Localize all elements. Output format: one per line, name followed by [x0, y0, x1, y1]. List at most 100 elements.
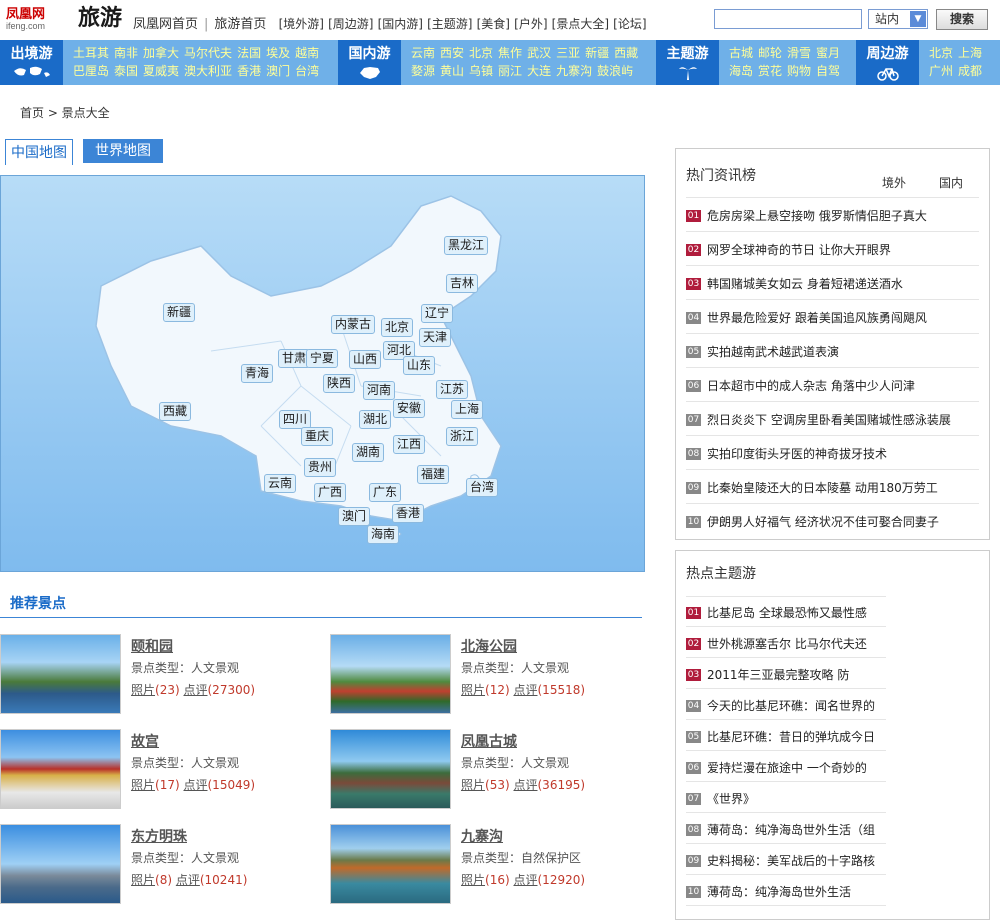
- province-jilin[interactable]: 吉林: [446, 274, 479, 293]
- link-xian[interactable]: 西安: [440, 46, 464, 60]
- link-island[interactable]: 海岛: [729, 64, 753, 78]
- spot-reviews-link[interactable]: 点评: [513, 873, 537, 887]
- link-flowers[interactable]: 赏花: [758, 64, 782, 78]
- province-shaanxi[interactable]: 陕西: [323, 374, 356, 393]
- link-taiwan[interactable]: 台湾: [295, 64, 319, 78]
- news-item[interactable]: 05 实拍越南武术越武道表演: [686, 334, 979, 368]
- province-chongqing[interactable]: 重庆: [301, 427, 334, 446]
- nav-ifeng-home[interactable]: 凤凰网首页: [133, 17, 198, 32]
- province-henan[interactable]: 河南: [363, 381, 396, 400]
- spot-photo[interactable]: [0, 824, 121, 904]
- cat-nearby[interactable]: 周边游: [856, 40, 919, 85]
- theme-item[interactable]: 05 比基尼环礁：昔日的弹坑成今日: [686, 720, 886, 751]
- province-zhejiang[interactable]: 浙江: [446, 427, 479, 446]
- search-input[interactable]: [714, 9, 862, 29]
- link-vietnam[interactable]: 越南: [295, 46, 319, 60]
- province-anhui[interactable]: 安徽: [393, 399, 426, 418]
- link-south-africa[interactable]: 南非: [114, 46, 138, 60]
- province-taiwan[interactable]: 台湾: [466, 478, 499, 497]
- link-wuhan[interactable]: 武汉: [527, 46, 551, 60]
- link-nearby-shanghai[interactable]: 上海: [958, 46, 982, 60]
- theme-item[interactable]: 02 世外桃源塞舌尔 比马尔代夫还: [686, 627, 886, 658]
- province-guangdong[interactable]: 广东: [369, 483, 402, 502]
- link-thailand[interactable]: 泰国: [114, 64, 138, 78]
- province-shanxi[interactable]: 山西: [349, 350, 382, 369]
- link-xinjiang[interactable]: 新疆: [585, 46, 609, 60]
- spot-reviews-link[interactable]: 点评: [513, 778, 537, 792]
- link-self-drive[interactable]: 自驾: [816, 64, 840, 78]
- link-gulangyu[interactable]: 鼓浪屿: [597, 64, 633, 78]
- link-nearby-beijing[interactable]: 北京: [929, 46, 953, 60]
- nav-attractions[interactable]: [景点大全]: [552, 17, 609, 31]
- province-qinghai[interactable]: 青海: [241, 364, 274, 383]
- theme-item[interactable]: 03 2011年三亚最完整攻略 防: [686, 658, 886, 689]
- ifeng-logo[interactable]: 凤凰网 ifeng.com: [6, 8, 74, 32]
- theme-item[interactable]: 10 薄荷岛：纯净海岛世外生活: [686, 875, 886, 906]
- province-yunnan[interactable]: 云南: [264, 474, 297, 493]
- nav-travel-home[interactable]: 旅游首页: [214, 17, 266, 32]
- link-tibet[interactable]: 西藏: [614, 46, 638, 60]
- link-turkey[interactable]: 土耳其: [73, 46, 109, 60]
- news-item[interactable]: 08 实拍印度街头牙医的神奇拔牙技术: [686, 436, 979, 470]
- link-sanya[interactable]: 三亚: [556, 46, 580, 60]
- province-jiangsu[interactable]: 江苏: [436, 380, 469, 399]
- spot-photo[interactable]: [330, 729, 451, 809]
- link-beijing[interactable]: 北京: [469, 46, 493, 60]
- province-hubei[interactable]: 湖北: [359, 410, 392, 429]
- province-macau[interactable]: 澳门: [338, 507, 371, 526]
- link-france[interactable]: 法国: [237, 46, 261, 60]
- spot-reviews-link[interactable]: 点评: [513, 683, 537, 697]
- nav-theme[interactable]: [主题游]: [427, 17, 472, 31]
- link-yunnan[interactable]: 云南: [411, 46, 435, 60]
- link-wuyuan[interactable]: 婺源: [411, 64, 435, 78]
- spot-reviews-link[interactable]: 点评: [183, 778, 207, 792]
- cat-domestic[interactable]: 国内游: [338, 40, 401, 85]
- spot-photo[interactable]: [0, 729, 121, 809]
- province-ningxia[interactable]: 宁夏: [306, 349, 339, 368]
- theme-item[interactable]: 07 《世界》: [686, 782, 886, 813]
- news-item[interactable]: 09 比秦始皇陵还大的日本陵墓 动用180万劳工: [686, 470, 979, 504]
- province-heilongjiang[interactable]: 黑龙江: [444, 236, 489, 255]
- news-item[interactable]: 07 烈日炎炎下 空调房里卧看美国赌城性感泳装展: [686, 402, 979, 436]
- news-item[interactable]: 04 世界最危险爱好 跟着美国追风族勇闯飓风: [686, 300, 979, 334]
- link-shopping[interactable]: 购物: [787, 64, 811, 78]
- news-item[interactable]: 06 日本超市中的成人杂志 角落中少人问津: [686, 368, 979, 402]
- province-fujian[interactable]: 福建: [417, 465, 450, 484]
- province-tibet[interactable]: 西藏: [159, 402, 192, 421]
- link-skiing[interactable]: 滑雪: [787, 46, 811, 60]
- nav-food[interactable]: [美食]: [477, 17, 510, 31]
- cat-theme[interactable]: 主题游: [656, 40, 719, 85]
- nav-forum[interactable]: [论坛]: [613, 17, 646, 31]
- link-australia[interactable]: 澳大利亚: [184, 64, 232, 78]
- tab-abroad[interactable]: 境外: [882, 174, 906, 191]
- link-lijiang[interactable]: 丽江: [498, 64, 522, 78]
- spot-name[interactable]: 凤凰古城: [461, 731, 517, 751]
- link-jiuzhaigou[interactable]: 九寨沟: [556, 64, 592, 78]
- theme-item[interactable]: 06 爱持烂漫在旅途中 一个奇妙的: [686, 751, 886, 782]
- tab-world-map[interactable]: 世界地图: [83, 139, 163, 163]
- link-wuzhen[interactable]: 乌镇: [469, 64, 493, 78]
- theme-item[interactable]: 09 史料揭秘：美军战后的十字路核: [686, 844, 886, 875]
- link-macau[interactable]: 澳门: [266, 64, 290, 78]
- province-guangxi[interactable]: 广西: [314, 483, 347, 502]
- province-jiangxi[interactable]: 江西: [393, 435, 426, 454]
- spot-reviews-link[interactable]: 点评: [183, 683, 207, 697]
- cat-outbound[interactable]: 出境游: [0, 40, 63, 85]
- spot-name[interactable]: 故宫: [131, 731, 159, 751]
- spot-name[interactable]: 九寨沟: [461, 826, 503, 846]
- province-beijing[interactable]: 北京: [381, 318, 414, 337]
- spot-photos-link[interactable]: 照片: [461, 778, 485, 792]
- spot-photos-link[interactable]: 照片: [131, 683, 155, 697]
- theme-item[interactable]: 04 今天的比基尼环礁：闻名世界的: [686, 689, 886, 720]
- link-maldives[interactable]: 马尔代夫: [184, 46, 232, 60]
- spot-photos-link[interactable]: 照片: [461, 683, 485, 697]
- province-shanghai[interactable]: 上海: [451, 400, 484, 419]
- spot-name[interactable]: 颐和园: [131, 636, 173, 656]
- search-button[interactable]: 搜索: [936, 9, 988, 30]
- link-egypt[interactable]: 埃及: [266, 46, 290, 60]
- news-item[interactable]: 03 韩国赌城美女如云 身着短裙递送酒水: [686, 266, 979, 300]
- nav-outbound[interactable]: [境外游]: [279, 17, 324, 31]
- theme-item[interactable]: 01 比基尼岛 全球最恐怖又最性感: [686, 596, 886, 627]
- province-hainan[interactable]: 海南: [367, 525, 400, 544]
- link-huangshan[interactable]: 黄山: [440, 64, 464, 78]
